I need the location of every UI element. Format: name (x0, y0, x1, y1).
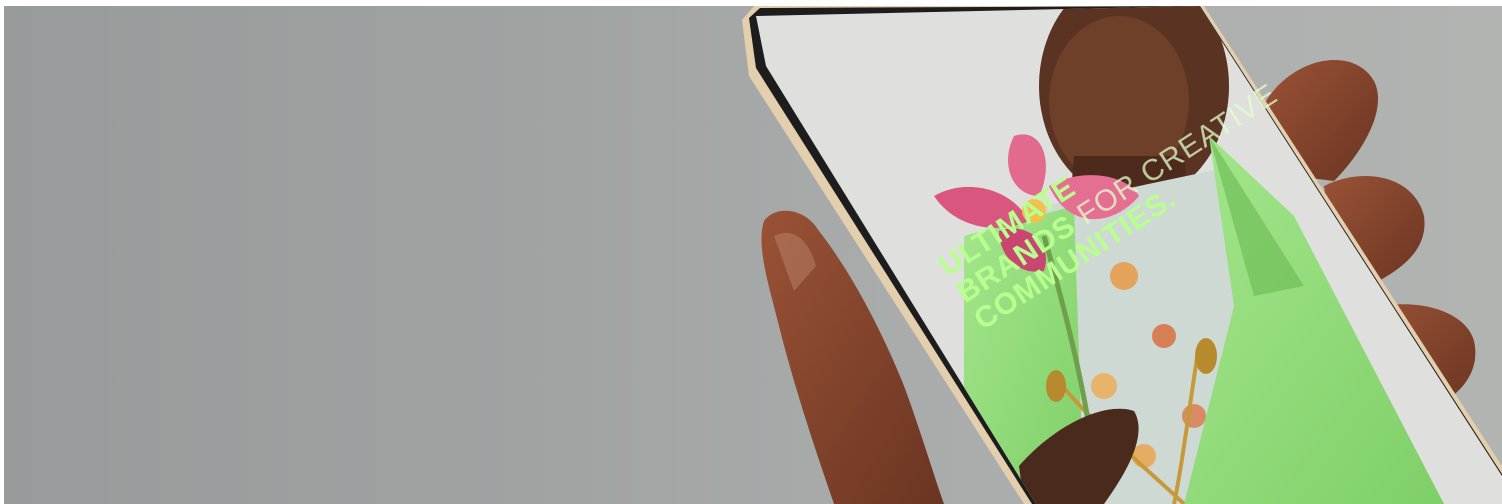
image-frame: ULTIMATE BRANDS FOR CREATIVE COMMUNITIES… (0, 0, 1502, 504)
phone-photo: ULTIMATE BRANDS FOR CREATIVE COMMUNITIES… (4, 6, 1502, 504)
